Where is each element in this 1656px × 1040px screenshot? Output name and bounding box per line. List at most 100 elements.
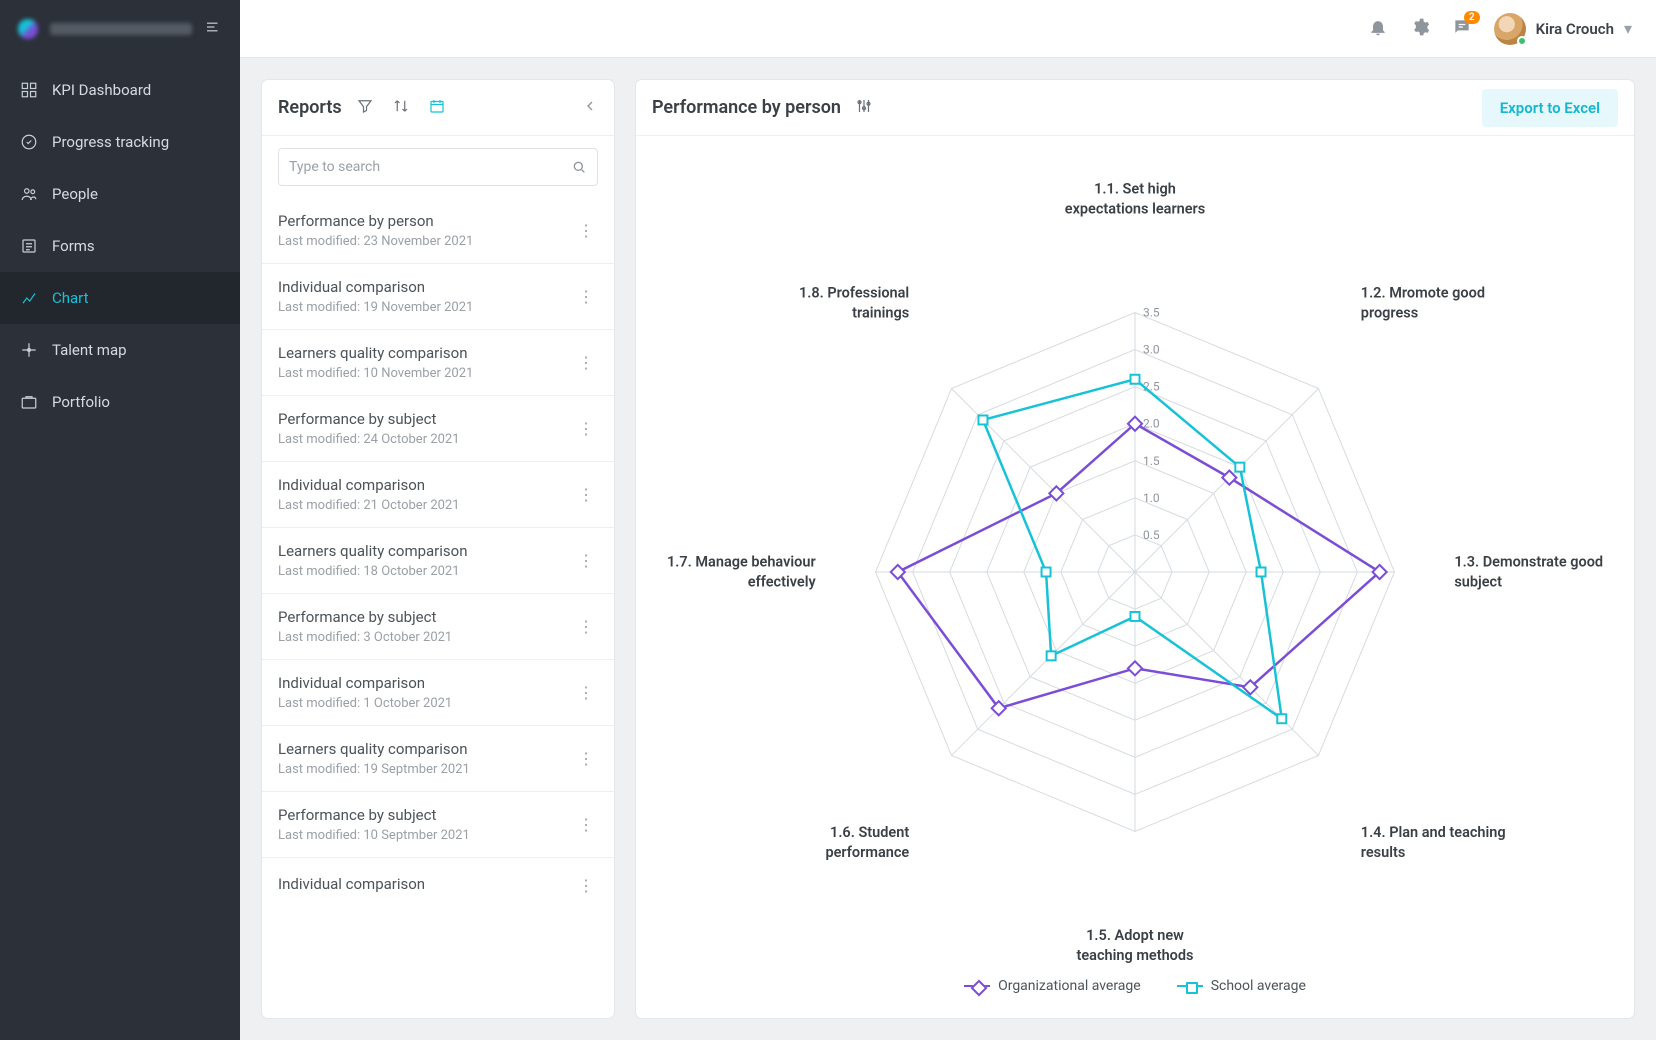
more-icon[interactable]: ⋮ (574, 349, 598, 376)
sidebar-item-label: Progress tracking (52, 133, 169, 151)
chart-panel: Performance by person Export to Excel 0.… (636, 80, 1634, 1018)
messages-icon[interactable]: 2 (1452, 17, 1472, 41)
legend-label-school: School average (1211, 978, 1306, 994)
topbar: 2 Kira Crouch ▾ (240, 0, 1656, 58)
sidebar-item-portfolio[interactable]: Portfolio (0, 376, 240, 428)
reports-header: Reports (262, 80, 614, 136)
export-button[interactable]: Export to Excel (1482, 89, 1618, 127)
legend-label-org: Organizational average (998, 978, 1141, 994)
report-item[interactable]: Individual comparisonLast modified: 21 O… (262, 461, 614, 527)
report-modified: Last modified: 10 Septmber 2021 (278, 828, 566, 843)
legend-marker-school (1177, 980, 1203, 992)
sidebar-item-dashboard[interactable]: KPI Dashboard (0, 64, 240, 116)
report-item[interactable]: Performance by subjectLast modified: 24 … (262, 395, 614, 461)
avatar (1494, 13, 1526, 45)
collapse-panel-icon[interactable] (582, 98, 598, 118)
sidebar-item-talent[interactable]: Talent map (0, 324, 240, 376)
axis-label: 1.6. Student performance (759, 823, 909, 864)
filter-icon[interactable] (352, 93, 378, 123)
report-item[interactable]: Learners quality comparison Last modified… (262, 329, 614, 395)
more-icon[interactable]: ⋮ (574, 679, 598, 706)
more-icon[interactable]: ⋮ (574, 547, 598, 574)
report-title: Individual comparison (278, 278, 566, 296)
report-modified: Last modified: 23 November 2021 (278, 234, 566, 249)
axis-label: 1.1. Set high expectations learners (1060, 180, 1210, 221)
report-modified: Last modified: 24 October 2021 (278, 432, 566, 447)
report-item[interactable]: Performance by person Last modified: 23 N… (262, 198, 614, 263)
reports-title: Reports (278, 97, 342, 118)
report-title: Learners quality comparison (278, 740, 566, 758)
sidebar-item-label: Chart (52, 289, 89, 307)
sidebar-item-label: Forms (52, 237, 95, 255)
more-icon[interactable]: ⋮ (574, 283, 598, 310)
user-name: Kira Crouch (1536, 20, 1614, 38)
gear-icon[interactable] (1410, 17, 1430, 41)
svg-text:3.0: 3.0 (1143, 343, 1160, 357)
more-icon[interactable]: ⋮ (574, 872, 598, 899)
user-menu[interactable]: Kira Crouch ▾ (1494, 13, 1632, 45)
chevron-down-icon: ▾ (1624, 19, 1632, 38)
report-item[interactable]: Learners quality comparison Last modified… (262, 725, 614, 791)
report-title: Learners quality comparison (278, 344, 566, 362)
sidebar-item-forms[interactable]: Forms (0, 220, 240, 272)
report-modified: Last modified: 19 Septmber 2021 (278, 762, 566, 777)
more-icon[interactable]: ⋮ (574, 415, 598, 442)
report-title: Performance by person (278, 212, 566, 230)
calendar-icon[interactable] (424, 93, 450, 123)
report-title: Performance by subject (278, 608, 566, 626)
report-item[interactable]: Performance by subject Last modified: 10 … (262, 791, 614, 857)
svg-text:1.0: 1.0 (1143, 491, 1160, 505)
sidebar-item-label: Portfolio (52, 393, 110, 411)
axis-label: 1.2. Mromote good progress (1361, 283, 1511, 324)
bell-icon[interactable] (1368, 17, 1388, 41)
reports-panel: Reports (262, 80, 614, 1018)
axis-label: 1.4. Plan and teaching results (1361, 823, 1511, 864)
search-input[interactable] (289, 159, 571, 175)
brand-name-blurred (50, 23, 192, 35)
more-icon[interactable]: ⋮ (574, 217, 598, 244)
chart-header: Performance by person Export to Excel (636, 80, 1634, 136)
axis-label: 1.7. Manage behaviour effectively (666, 553, 816, 594)
svg-text:0.5: 0.5 (1143, 528, 1160, 542)
more-icon[interactable]: ⋮ (574, 613, 598, 640)
report-item[interactable]: Individual comparisonLast modified: 1 Oc… (262, 659, 614, 725)
notification-badge: 2 (1464, 11, 1480, 24)
chart-settings-icon[interactable] (851, 93, 877, 123)
progress-icon (20, 133, 38, 151)
more-icon[interactable]: ⋮ (574, 745, 598, 772)
legend: Organizational average School average (666, 970, 1604, 994)
report-modified: Last modified: 18 October 2021 (278, 564, 566, 579)
sidebar-item-label: Talent map (52, 341, 127, 359)
chart-title: Performance by person (652, 97, 841, 118)
main-area: 2 Kira Crouch ▾ Reports (240, 0, 1656, 1040)
sidebar-item-label: KPI Dashboard (52, 81, 151, 99)
brand-logo (18, 19, 38, 39)
report-title: Individual comparison (278, 674, 566, 692)
content: Reports (240, 58, 1656, 1040)
report-item[interactable]: Individual comparison Last modified: 19 N… (262, 263, 614, 329)
report-item[interactable]: Learners quality comparisonLast modified… (262, 527, 614, 593)
chart-body: 0.51.01.52.02.53.03.5 1.1. Set high expe… (636, 136, 1634, 1018)
more-icon[interactable]: ⋮ (574, 481, 598, 508)
more-icon[interactable]: ⋮ (574, 811, 598, 838)
sort-icon[interactable] (388, 93, 414, 123)
sidebar-item-progress[interactable]: Progress tracking (0, 116, 240, 168)
axis-label: 1.3. Demonstrate good subject (1454, 553, 1604, 594)
report-title: Performance by subject (278, 806, 566, 824)
sidebar-nav: KPI Dashboard Progress tracking People Form… (0, 58, 240, 428)
report-modified: Last modified: 19 November 2021 (278, 300, 566, 315)
axis-label: 1.8. Professional trainings (759, 283, 909, 324)
people-icon (20, 185, 38, 203)
report-item[interactable]: Performance by subject Last modified: 3 O… (262, 593, 614, 659)
reports-list[interactable]: Performance by person Last modified: 23 N… (262, 198, 614, 1018)
chart-icon (20, 289, 38, 307)
menu-toggle-icon[interactable] (204, 18, 222, 40)
search-box[interactable] (278, 148, 598, 186)
report-modified: Last modified: 3 October 2021 (278, 630, 566, 645)
report-item[interactable]: Individual comparison⋮ (262, 857, 614, 913)
report-modified: Last modified: 10 November 2021 (278, 366, 566, 381)
sidebar-item-people[interactable]: People (0, 168, 240, 220)
talent-icon (20, 341, 38, 359)
sidebar-item-chart[interactable]: Chart (0, 272, 240, 324)
sidebar-item-label: People (52, 185, 98, 203)
